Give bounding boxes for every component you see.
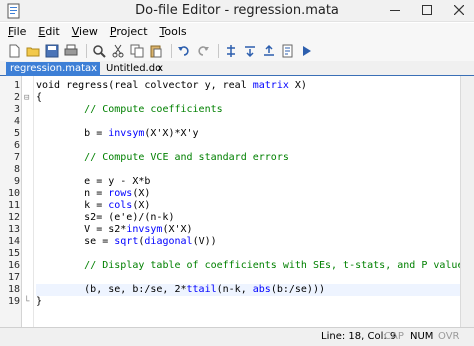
show-file-icon[interactable] — [280, 43, 296, 59]
toolbar — [0, 41, 474, 61]
line-number: 16 — [7, 260, 20, 271]
line-number: 14 — [7, 236, 20, 247]
minimize-button[interactable] — [384, 1, 406, 19]
code-editor[interactable]: 1 void regress(real colvector y, real ma… — [0, 76, 474, 327]
save-icon[interactable] — [44, 43, 60, 59]
tab-label: Untitled.do — [106, 63, 162, 74]
line-number: 7 — [13, 152, 20, 163]
vertical-scrollbar[interactable] — [460, 76, 474, 327]
next-bookmark-icon[interactable] — [242, 43, 258, 59]
tab-label: regression.mata — [10, 63, 92, 74]
print-icon[interactable] — [63, 43, 79, 59]
toggle-bookmark-icon[interactable] — [223, 43, 239, 59]
tab-untitled-do[interactable]: Untitled.do x — [102, 62, 166, 76]
open-folder-icon[interactable] — [25, 43, 41, 59]
code-line[interactable]: // Compute coefficients — [36, 104, 222, 116]
maximize-icon — [422, 5, 432, 15]
execute-icon[interactable] — [299, 43, 315, 59]
code-line[interactable]: s2= (e'e)/(n-k) — [36, 212, 174, 224]
maximize-button[interactable] — [416, 1, 438, 19]
line-number: 6 — [13, 140, 20, 151]
code-line[interactable]: se = sqrt(diagonal(V)) — [36, 236, 217, 248]
code-line[interactable]: V = s2*invsym(X'X) — [36, 224, 192, 236]
line-number: 12 — [7, 212, 20, 223]
fold-collapse-icon[interactable]: ⊟ — [24, 92, 32, 104]
new-file-icon[interactable] — [6, 43, 22, 59]
toolbar-separator — [86, 44, 87, 58]
code-line[interactable]: // Display table of coefficients with SE… — [36, 260, 469, 272]
menu-edit[interactable]: Edit — [38, 23, 59, 41]
line-number: 19 — [7, 296, 20, 307]
find-icon[interactable] — [91, 43, 107, 59]
line-number: 5 — [13, 128, 20, 139]
line-number: 4 — [13, 116, 20, 127]
copy-icon[interactable] — [129, 43, 145, 59]
title-bar: Do-file Editor - regression.mata — [0, 0, 474, 22]
line-number: 18 — [7, 284, 20, 295]
menu-project[interactable]: Project — [110, 23, 148, 41]
previous-bookmark-icon[interactable] — [261, 43, 277, 59]
code-line[interactable]: // Compute VCE and standard errors — [36, 152, 289, 164]
line-number: 17 — [7, 272, 20, 283]
line-number: 9 — [13, 176, 20, 187]
line-number: 10 — [7, 188, 20, 199]
code-line[interactable]: } — [36, 296, 42, 308]
menu-file[interactable]: File — [8, 23, 26, 41]
line-number: 11 — [7, 200, 20, 211]
tab-close-icon[interactable]: x — [157, 62, 163, 75]
menu-bar: File Edit View Project Tools — [0, 23, 474, 41]
line-number: 1 — [13, 80, 20, 91]
close-icon — [454, 5, 464, 15]
tab-close-icon[interactable]: x — [91, 62, 97, 75]
cut-icon[interactable] — [110, 43, 126, 59]
status-bar: Line: 18, Col: 9 CAP NUM OVR — [0, 327, 474, 346]
fold-end-icon: └ — [24, 297, 30, 307]
close-window-button[interactable] — [448, 1, 470, 19]
redo-icon[interactable] — [195, 43, 211, 59]
code-line[interactable]: { — [36, 92, 42, 104]
toolbar-separator — [171, 44, 172, 58]
line-number: 3 — [13, 104, 20, 115]
caps-lock-indicator: CAP — [384, 331, 404, 342]
code-line[interactable]: n = rows(X) — [36, 188, 150, 200]
tab-regression-mata[interactable]: regression.mata x — [6, 62, 100, 76]
line-number: 15 — [7, 248, 20, 259]
tab-bar: regression.mata x Untitled.do x — [0, 61, 474, 76]
menu-tools[interactable]: Tools — [160, 23, 187, 41]
code-line[interactable]: k = cols(X) — [36, 200, 150, 212]
toolbar-separator — [218, 44, 219, 58]
code-line[interactable]: void regress(real colvector y, real matr… — [36, 80, 307, 92]
code-line[interactable]: b = invsym(X'X)*X'y — [36, 128, 198, 140]
undo-icon[interactable] — [176, 43, 192, 59]
minimize-icon — [390, 10, 400, 11]
line-number: 13 — [7, 224, 20, 235]
code-line[interactable]: (b, se, b:/se, 2*ttail(n-k, abs(b:/se))) — [36, 284, 325, 296]
line-number: 2 — [13, 92, 20, 103]
line-number: 8 — [13, 164, 20, 175]
num-lock-indicator: NUM — [410, 331, 434, 342]
overwrite-indicator: OVR — [438, 331, 460, 342]
menu-view[interactable]: View — [72, 23, 98, 41]
paste-icon[interactable] — [148, 43, 164, 59]
code-line[interactable]: e = y - X*b — [36, 176, 150, 188]
